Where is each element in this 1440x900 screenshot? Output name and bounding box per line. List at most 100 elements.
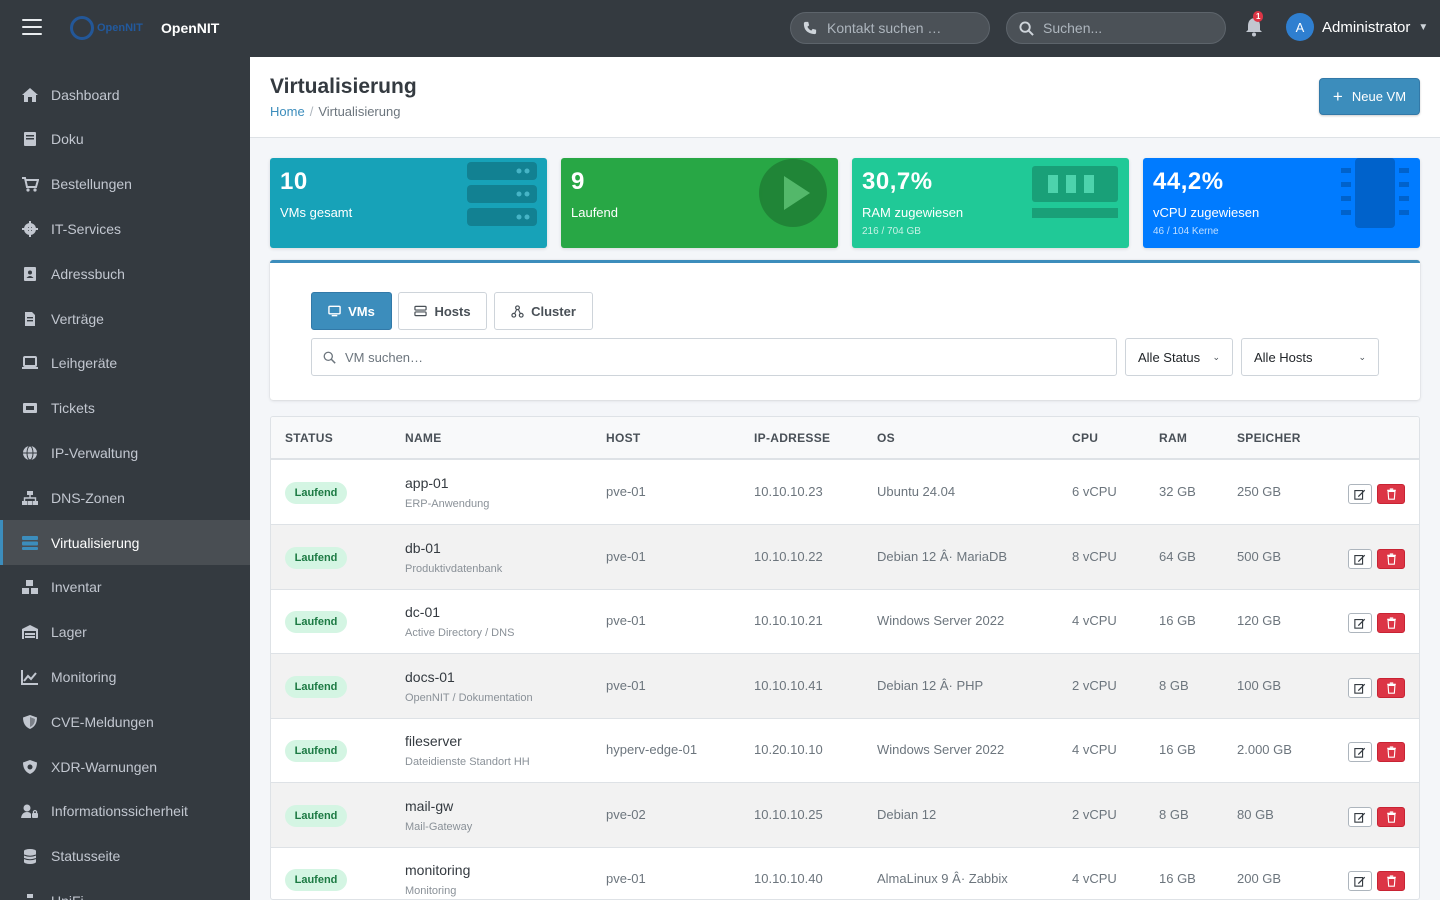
delete-button[interactable]	[1377, 613, 1405, 633]
sidebar-item-dns-zonen[interactable]: DNS-Zonen	[0, 475, 250, 520]
sidebar-item-statusseite[interactable]: Statusseite	[0, 834, 250, 879]
stat-label: Laufend	[571, 205, 618, 220]
column-header[interactable]: HOST	[606, 431, 641, 445]
edit-button[interactable]	[1348, 742, 1372, 762]
sidebar-item-verträge[interactable]: Verträge	[0, 296, 250, 341]
sidebar-item-virtualisierung[interactable]: Virtualisierung	[0, 520, 250, 565]
column-header[interactable]: CPU	[1072, 431, 1098, 445]
edit-button[interactable]	[1348, 548, 1372, 569]
breadcrumb-separator: /	[309, 104, 314, 119]
hamburger-menu-icon[interactable]	[22, 19, 42, 35]
delete-button[interactable]	[1377, 871, 1405, 891]
global-search-input[interactable]: Suchen...	[1006, 12, 1226, 44]
trash-icon	[1386, 810, 1396, 823]
vm-name[interactable]: docs-01	[405, 669, 455, 685]
edit-button[interactable]	[1348, 871, 1372, 891]
delete-button[interactable]	[1377, 677, 1405, 698]
vm-name[interactable]: monitoring	[405, 862, 470, 878]
global-search-placeholder: Suchen...	[1043, 20, 1103, 36]
sidebar-item-doku[interactable]: Doku	[0, 117, 250, 162]
tickets-icon	[21, 400, 39, 416]
sidebar-item-cve-meldungen[interactable]: CVE-Meldungen	[0, 699, 250, 744]
column-header[interactable]: RAM	[1159, 431, 1187, 445]
table-row[interactable]: Laufend monitoring Monitoring pve-01 10.10.1…	[271, 847, 1419, 899]
address-book-icon	[21, 266, 39, 282]
vm-search-input[interactable]: VM suchen…	[311, 338, 1117, 376]
brand-name[interactable]: OpenNIT	[161, 20, 219, 36]
vm-name[interactable]: mail-gw	[405, 798, 453, 814]
delete-button[interactable]	[1377, 742, 1405, 762]
cell-host: pve-01	[606, 613, 646, 628]
sitemap-icon	[21, 490, 39, 506]
brand-logo[interactable]: OpenNIT	[70, 15, 148, 41]
hosts-filter-select[interactable]: Alle Hosts ⌄	[1241, 338, 1379, 376]
column-header[interactable]: OS	[877, 431, 895, 445]
breadcrumb: Home / Virtualisierung	[270, 104, 400, 119]
sidebar-item-tickets[interactable]: Tickets	[0, 386, 250, 431]
new-vm-button[interactable]: + Neue VM	[1319, 78, 1420, 115]
column-header[interactable]: IP-ADRESSE	[754, 431, 830, 445]
sidebar-item-adressbuch[interactable]: Adressbuch	[0, 251, 250, 296]
delete-button[interactable]	[1377, 806, 1405, 827]
delete-button[interactable]	[1377, 484, 1405, 504]
tab-cluster[interactable]: Cluster	[494, 292, 593, 330]
status-badge: Laufend	[285, 740, 347, 762]
edit-button[interactable]	[1348, 806, 1372, 827]
status-filter-select[interactable]: Alle Status ⌄	[1125, 338, 1233, 376]
sidebar-item-xdr-warnungen[interactable]: XDR-Warnungen	[0, 744, 250, 789]
column-header[interactable]: NAME	[405, 431, 442, 445]
column-header[interactable]: STATUS	[285, 431, 333, 445]
cell-storage: 2.000 GB	[1237, 742, 1292, 757]
sidebar-item-unifi[interactable]: UniFi	[0, 878, 250, 900]
edit-icon	[1354, 489, 1366, 500]
sidebar: Dashboard Doku Bestellungen IT-Services Adre…	[0, 57, 250, 900]
cell-ram: 8 GB	[1159, 806, 1189, 822]
contact-search-input[interactable]: Kontakt suchen …	[790, 12, 990, 44]
plus-icon: +	[1332, 87, 1343, 106]
cell-host: pve-02	[606, 806, 646, 822]
sidebar-item-leihgeräte[interactable]: Leihgeräte	[0, 341, 250, 386]
sidebar-item-it-services[interactable]: IT-Services	[0, 206, 250, 251]
sidebar-item-inventar[interactable]: Inventar	[0, 565, 250, 610]
boxes-icon	[21, 579, 39, 595]
edit-button[interactable]	[1348, 613, 1372, 633]
sidebar-item-ip-verwaltung[interactable]: IP-Verwaltung	[0, 430, 250, 475]
sidebar-item-monitoring[interactable]: Monitoring	[0, 654, 250, 699]
sidebar-item-informationssicherheit[interactable]: Informationssicherheit	[0, 789, 250, 834]
table-row[interactable]: Laufend db-01 Produktivdatenbank pve-01 10.1…	[271, 524, 1419, 590]
vm-name[interactable]: app-01	[405, 475, 449, 491]
tab-hosts[interactable]: Hosts	[398, 292, 487, 330]
stat-sub: 216 / 704 GB	[862, 226, 921, 237]
sidebar-item-bestellungen[interactable]: Bestellungen	[0, 162, 250, 207]
breadcrumb-home-link[interactable]: Home	[270, 104, 305, 119]
table-row[interactable]: Laufend app-01 ERP-Anwendung pve-01 10.10.10…	[271, 460, 1419, 525]
column-header[interactable]: SPEICHER	[1237, 431, 1301, 445]
sidebar-item-label: Virtualisierung	[51, 534, 140, 551]
vm-name[interactable]: dc-01	[405, 604, 440, 620]
edit-icon	[1354, 747, 1366, 758]
server-icon	[414, 305, 428, 317]
contact-search-placeholder: Kontakt suchen …	[827, 20, 942, 36]
cell-cpu: 2 vCPU	[1072, 677, 1117, 693]
sidebar-item-dashboard[interactable]: Dashboard	[0, 72, 250, 117]
sidebar-item-label: XDR-Warnungen	[51, 758, 158, 775]
cell-storage: 80 GB	[1237, 806, 1274, 822]
cell-ram: 8 GB	[1159, 677, 1189, 693]
edit-button[interactable]	[1348, 677, 1372, 698]
table-row[interactable]: Laufend mail-gw Mail-Gateway pve-02 10.10.10…	[271, 782, 1419, 848]
table-row[interactable]: Laufend fileserver Dateidienste Standort H…	[271, 718, 1419, 783]
tab-vms[interactable]: VMs	[311, 292, 392, 330]
cell-cpu: 4 vCPU	[1072, 742, 1117, 757]
edit-icon	[1354, 683, 1366, 694]
delete-button[interactable]	[1377, 548, 1405, 569]
table-row[interactable]: Laufend docs-01 OpenNIT / Dokumentation pve…	[271, 653, 1419, 719]
sidebar-item-lager[interactable]: Lager	[0, 610, 250, 655]
table-row[interactable]: Laufend dc-01 Active Directory / DNS pve-01…	[271, 589, 1419, 654]
vm-name[interactable]: db-01	[405, 540, 441, 556]
user-menu[interactable]: A Administrator ▼	[1286, 13, 1428, 41]
home-icon	[21, 87, 39, 103]
edit-button[interactable]	[1348, 484, 1372, 504]
cell-host: pve-01	[606, 484, 646, 499]
status-badge: Laufend	[285, 546, 347, 569]
vm-name[interactable]: fileserver	[405, 733, 462, 749]
